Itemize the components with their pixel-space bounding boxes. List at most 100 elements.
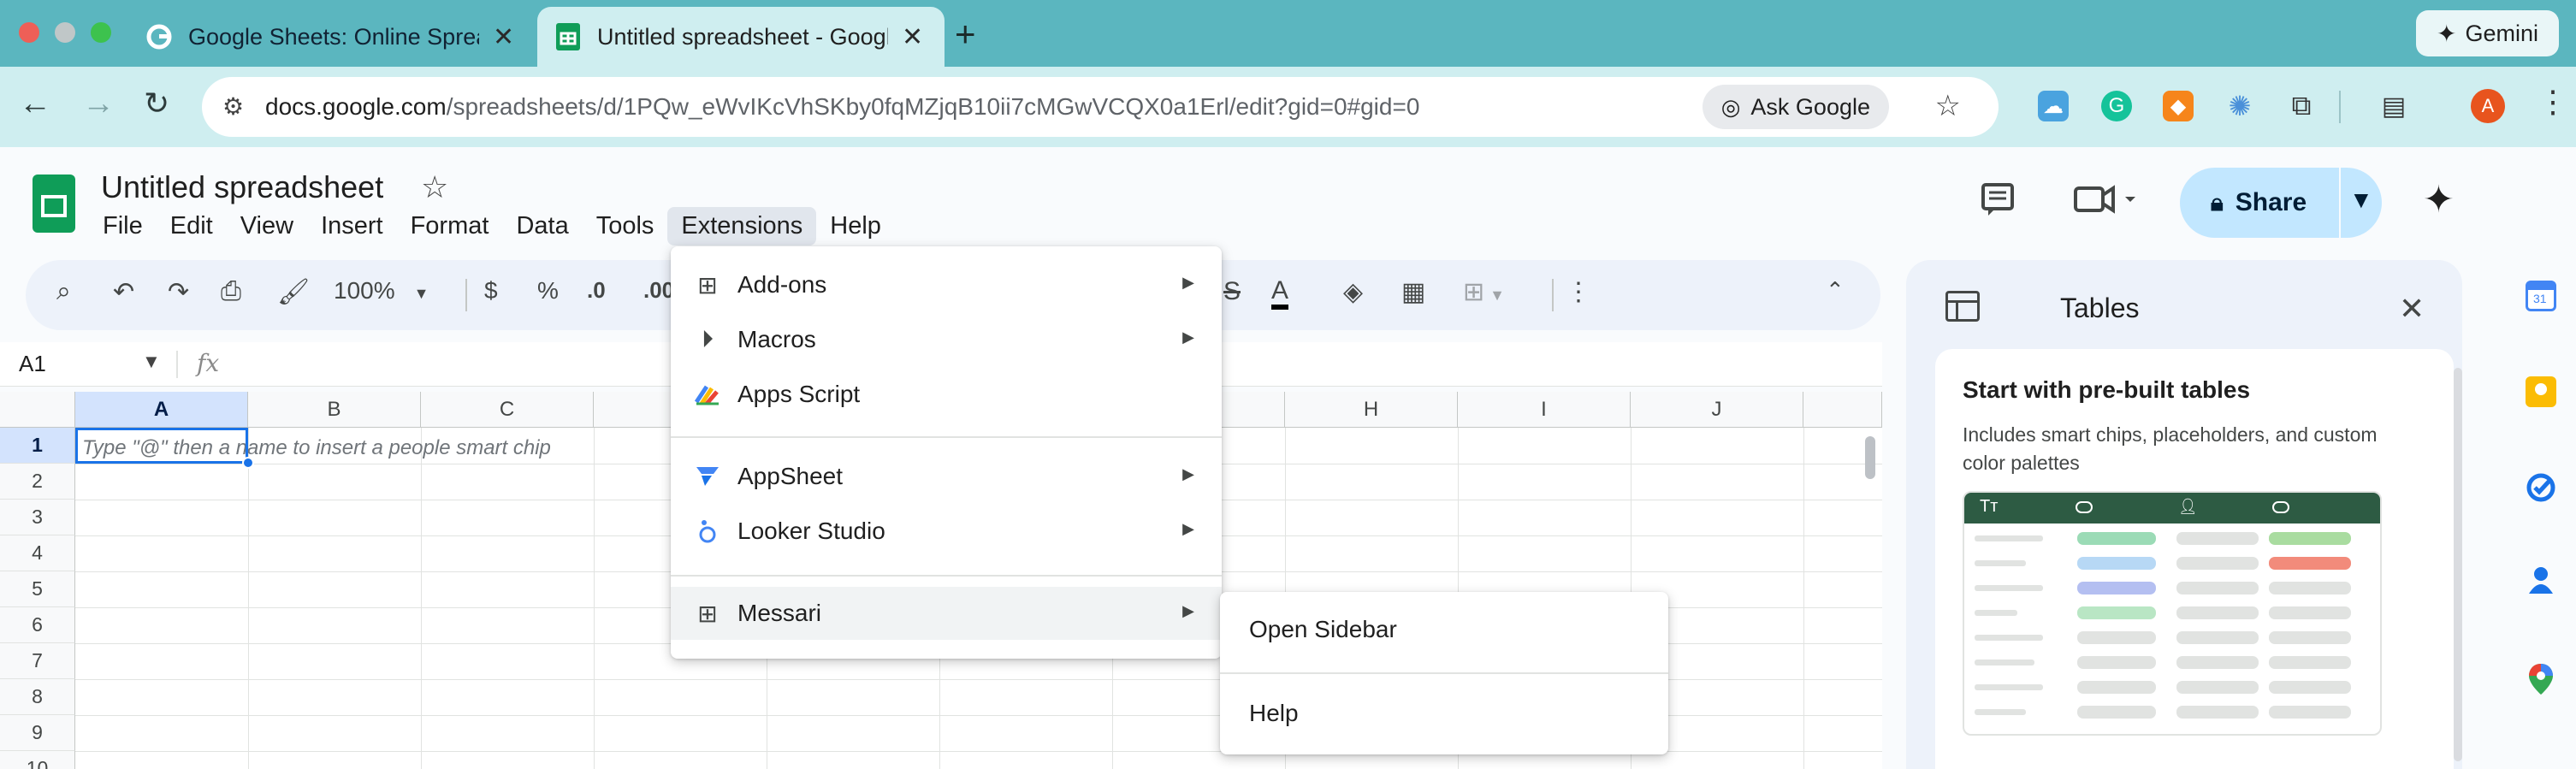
profile-avatar[interactable]: A (2471, 89, 2505, 123)
active-cell-a1[interactable] (75, 428, 248, 464)
borders-icon[interactable]: ▦ (1401, 277, 1425, 307)
row-header-7[interactable]: 7 (0, 643, 75, 679)
close-tab-icon[interactable]: ✕ (493, 22, 514, 52)
calendar-icon[interactable]: 31 (2526, 281, 2556, 311)
submenu-item-label: Open Sidebar (1249, 616, 1397, 642)
column-header-c[interactable]: C (421, 392, 594, 428)
browser-menu-icon[interactable]: ⋮ (2538, 84, 2568, 120)
panel-scrollbar[interactable] (2454, 368, 2462, 761)
menu-tools[interactable]: Tools (583, 207, 668, 245)
row-header-8[interactable]: 8 (0, 679, 75, 715)
menu-file[interactable]: File (89, 207, 157, 245)
column-header-k[interactable] (1803, 392, 1882, 428)
menu-format[interactable]: Format (397, 207, 503, 245)
tasks-icon[interactable] (2526, 472, 2556, 503)
increase-decimal-button[interactable]: .00 (643, 277, 674, 304)
document-title[interactable]: Untitled spreadsheet (101, 169, 383, 205)
zoom-select[interactable]: 100% ▼ (334, 277, 429, 305)
menu-item-messari[interactable]: ⊞ Messari ▶ (671, 587, 1222, 640)
row-header-4[interactable]: 4 (0, 535, 75, 571)
row-header-5[interactable]: 5 (0, 571, 75, 607)
more-options-icon[interactable]: ⋮ (1566, 277, 1591, 307)
close-window-button[interactable] (19, 22, 39, 43)
print-icon[interactable]: ⎙ (221, 277, 241, 306)
row-header-10[interactable]: 10 (0, 751, 75, 769)
close-tab-icon[interactable]: ✕ (902, 22, 923, 52)
strikethrough-icon[interactable]: S (1223, 277, 1241, 306)
undo-icon[interactable]: ↶ (113, 277, 134, 307)
column-header-h[interactable]: H (1285, 392, 1458, 428)
vertical-scrollbar[interactable] (1865, 436, 1875, 479)
tab-title: Google Sheets: Online Spreadsheet (188, 23, 479, 50)
menu-item-apps-script[interactable]: Apps Script (671, 368, 1222, 421)
menu-edit[interactable]: Edit (157, 207, 227, 245)
sheets-logo-icon[interactable] (33, 175, 75, 233)
comments-icon[interactable] (1980, 181, 2016, 226)
ask-google-button[interactable]: ◎ Ask Google (1702, 85, 1889, 129)
menu-item-add-ons[interactable]: ⊞ Add-ons ▶ (671, 258, 1222, 311)
minimize-window-button[interactable] (55, 22, 75, 43)
merge-cells-icon[interactable]: ⊞ ▼ (1463, 277, 1505, 307)
row-header-6[interactable]: 6 (0, 607, 75, 643)
gemini-button[interactable]: ✦ Gemini (2416, 10, 2559, 56)
column-header-a[interactable]: A (75, 392, 248, 428)
table-preview-image[interactable]: Tт 👤︎ (1963, 491, 2382, 736)
tab-google-sheets-info[interactable]: Google Sheets: Online Spreadsheet ✕ (128, 7, 536, 67)
column-header-j[interactable]: J (1631, 392, 1803, 428)
percent-format-button[interactable]: % (537, 277, 559, 305)
menu-item-looker-studio[interactable]: Looker Studio ▶ (671, 505, 1222, 558)
star-document-icon[interactable]: ☆ (421, 169, 448, 205)
tab-search-icon[interactable]: ▤ (2378, 91, 2409, 121)
fill-handle[interactable] (242, 457, 254, 469)
column-header-b[interactable]: B (248, 392, 421, 428)
menu-help[interactable]: Help (816, 207, 895, 245)
menu-data[interactable]: Data (502, 207, 582, 245)
back-arrow-icon[interactable]: ← (19, 86, 51, 122)
row-header-1[interactable]: 1 (0, 428, 75, 464)
row-header-2[interactable]: 2 (0, 464, 75, 500)
share-options-chevron-icon[interactable]: ▼ (2349, 186, 2373, 214)
close-panel-icon[interactable]: ✕ (2399, 291, 2425, 327)
name-box-caret-icon[interactable]: ▼ (142, 351, 161, 373)
contacts-icon[interactable] (2526, 565, 2556, 595)
menu-insert[interactable]: Insert (307, 207, 397, 245)
extensions-puzzle-icon[interactable]: ⧉ (2286, 90, 2317, 121)
table-icon (1945, 291, 1980, 322)
menu-extensions[interactable]: Extensions (667, 207, 817, 245)
name-box[interactable]: A1 (19, 351, 46, 377)
text-color-icon[interactable]: A (1271, 277, 1289, 310)
search-menus-icon[interactable]: ⌕ (56, 277, 71, 306)
column-header-i[interactable]: I (1458, 392, 1631, 428)
submenu-item-help[interactable]: Help (1220, 684, 1668, 741)
gemini-spark-icon[interactable]: ✦ (2423, 178, 2455, 222)
menu-view[interactable]: View (227, 207, 307, 245)
collapse-toolbar-chevron-icon[interactable]: ⌃ (1826, 277, 1845, 304)
menu-item-appsheet[interactable]: AppSheet ▶ (671, 450, 1222, 503)
metamask-icon[interactable]: ◆ (2163, 91, 2194, 121)
fill-color-icon[interactable]: ◈ (1343, 277, 1363, 307)
site-settings-icon[interactable]: ⚙ (222, 92, 244, 121)
extension-cloud-icon[interactable]: ☁ (2038, 91, 2069, 121)
menu-item-macros[interactable]: ⏵ Macros ▶ (671, 313, 1222, 366)
zoom-window-button[interactable] (91, 22, 111, 43)
bookmark-star-icon[interactable]: ☆ (1935, 89, 1961, 123)
currency-format-button[interactable]: $ (484, 277, 498, 305)
tab-untitled-spreadsheet[interactable]: Untitled spreadsheet - Google Sheets ✕ (537, 7, 945, 67)
row-header-9[interactable]: 9 (0, 715, 75, 751)
reload-icon[interactable]: ↻ (144, 86, 169, 121)
meet-video-icon[interactable] (2074, 181, 2139, 226)
address-bar[interactable]: ⚙ docs.google.com/spreadsheets/d/1PQw_eW… (202, 77, 1999, 137)
decrease-decimal-button[interactable]: .0 (587, 277, 606, 304)
maps-icon[interactable] (2526, 662, 2556, 695)
keep-icon[interactable] (2526, 376, 2556, 407)
share-button[interactable]: 🔒︎ Share (2180, 168, 2337, 238)
row-header-3[interactable]: 3 (0, 500, 75, 535)
extension-network-icon[interactable]: ✺ (2224, 91, 2255, 121)
submenu-item-open-sidebar[interactable]: Open Sidebar (1220, 600, 1668, 657)
forward-arrow-icon[interactable]: → (82, 86, 115, 122)
grammarly-icon[interactable]: G (2101, 91, 2132, 121)
new-tab-button[interactable]: + (955, 14, 976, 55)
select-all-corner[interactable] (0, 392, 75, 428)
paint-format-icon[interactable]: 🖌︎ (277, 277, 310, 307)
redo-icon[interactable]: ↷ (168, 277, 189, 307)
